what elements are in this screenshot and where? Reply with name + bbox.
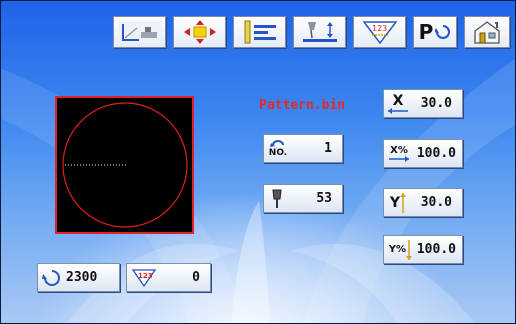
svg-text:123: 123	[138, 272, 153, 280]
p-cycle-icon	[435, 25, 451, 39]
pattern-input-icon	[118, 21, 161, 43]
needle-speed-value: 53	[316, 191, 332, 206]
stitch-count-button[interactable]: 2300	[37, 263, 120, 292]
align-left-icon	[244, 20, 276, 44]
y-scale-icon: Y%	[384, 239, 417, 261]
needle-height-icon	[302, 22, 337, 42]
pattern-number-icon: NO.	[264, 139, 292, 158]
y-scale-arrow-icon	[406, 239, 413, 260]
pattern-filename: Pattern.bin	[259, 98, 346, 113]
counter-small-icon: 123	[127, 268, 161, 288]
x-offset-button[interactable]: X 30.0	[383, 89, 463, 118]
y-label: Y	[389, 194, 401, 211]
move-origin-button[interactable]	[173, 16, 226, 48]
needle-icon	[264, 188, 290, 210]
pattern-input-button[interactable]	[113, 16, 166, 48]
x-scale-icon: X%	[384, 144, 414, 162]
y-scale-button[interactable]: Y% 100.0	[383, 235, 463, 264]
x-scale-label: X%	[390, 144, 408, 156]
counter-button[interactable]: 123 0	[126, 263, 211, 292]
x-scale-value: 100.0	[416, 146, 456, 161]
pattern-preview	[55, 96, 194, 234]
x-offset-value: 30.0	[420, 96, 452, 111]
x-axis-icon: X	[384, 94, 412, 114]
pattern-number-button[interactable]: NO. 1	[263, 134, 343, 163]
y-scale-value: 100.0	[416, 242, 456, 257]
needle-height-button[interactable]	[293, 16, 346, 48]
y-offset-button[interactable]: Y 30.0	[383, 188, 463, 217]
no-label: NO.	[268, 148, 288, 158]
home-icon	[474, 21, 500, 44]
y-axis-icon: Y	[384, 192, 412, 214]
stitch-count-value: 2300	[66, 270, 98, 285]
parameter-button[interactable]: P	[413, 16, 457, 48]
reset-cycle-icon	[38, 268, 66, 288]
y-arrow-icon	[400, 192, 407, 213]
x-label: X	[392, 92, 404, 109]
x-scale-arrow-icon	[389, 155, 409, 162]
stitch-pattern-circle	[62, 102, 188, 228]
svg-text:123: 123	[372, 24, 387, 33]
x-scale-button[interactable]: X% 100.0	[383, 139, 463, 168]
pattern-number-value: 1	[324, 141, 332, 156]
y-offset-value: 30.0	[420, 195, 452, 210]
sewing-panel-screen: 123 P Pattern.bin NO. 1 53 X 30.0 X% 100…	[0, 0, 516, 324]
align-button[interactable]	[233, 16, 286, 48]
y-scale-label: Y%	[388, 244, 407, 255]
counter-value: 0	[192, 270, 200, 285]
move-cross-icon	[183, 20, 216, 44]
p-letter: P	[418, 20, 434, 44]
home-button[interactable]	[464, 16, 510, 48]
counter-icon: 123	[361, 21, 398, 45]
x-arrow-icon	[388, 107, 408, 114]
needle-speed-button[interactable]: 53	[263, 184, 343, 213]
counter-setting-button[interactable]: 123	[353, 16, 406, 48]
